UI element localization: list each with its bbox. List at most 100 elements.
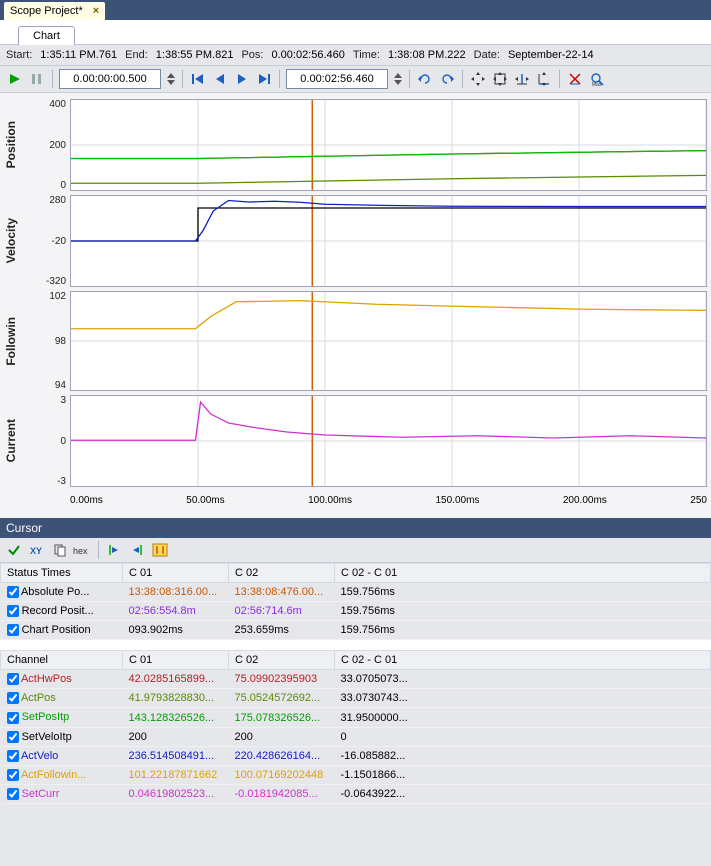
table-row[interactable]: ActPos41.9793828830...75.0524572692...33… [1,689,711,708]
row-checkbox[interactable] [7,731,19,743]
column-header[interactable]: C 02 - C 01 [335,564,711,583]
row-checkbox[interactable] [7,692,19,704]
cursor-copy-button[interactable] [50,540,70,560]
row-checkbox[interactable] [7,673,19,685]
table-row[interactable]: SetCurr0.04619802523...-0.0181942085...-… [1,784,711,803]
cursor-right-button[interactable] [127,540,147,560]
row-checkbox[interactable] [7,750,19,762]
pan-button[interactable] [469,70,487,88]
row-checkbox[interactable] [7,712,19,724]
column-header[interactable]: Status Times [1,564,123,583]
svg-text:Max: Max [592,82,602,86]
x-tick: 50.00ms [186,495,224,506]
step-back-button[interactable] [211,70,229,88]
toolbar: Max [0,66,711,93]
plot-area[interactable] [70,195,707,287]
zoom-xy-button[interactable] [491,70,509,88]
y-ticks: 4002000 [22,99,70,191]
pos-time-stepper[interactable] [393,71,403,87]
c02-value: 253.659ms [229,621,335,640]
separator [98,541,99,559]
cursor-left-button[interactable] [104,540,124,560]
panel-title: Followin [4,317,18,366]
c02-value: 75.09902395903 [229,670,335,689]
record-time-stepper[interactable] [166,71,176,87]
c01-value: 200 [123,727,229,746]
cursor-hex-button[interactable]: hex [73,540,93,560]
c01-value: 0.04619802523... [123,784,229,803]
table-row[interactable]: ActHwPos42.0285165899...75.0990239590333… [1,670,711,689]
x-tick: 100.00ms [308,495,352,506]
row-label: ActFollowin... [21,769,86,781]
plot-area[interactable] [70,291,707,391]
zoom-x-button[interactable] [513,70,531,88]
column-header[interactable]: C 02 - C 01 [335,651,711,670]
date-value: September-22-14 [508,49,594,61]
row-checkbox[interactable] [7,769,19,781]
plot-area[interactable] [70,395,707,487]
pos-time-input[interactable] [286,69,388,89]
table-row[interactable]: SetVeloItp2002000 [1,727,711,746]
go-end-button[interactable] [255,70,273,88]
cursor-toolbar: XY hex [0,538,711,563]
undo-button[interactable] [416,70,434,88]
y-tick: -3 [22,476,66,487]
column-header[interactable]: Channel [1,651,123,670]
x-tick: 0.00ms [70,495,103,506]
record-start-button[interactable] [6,70,24,88]
c01-value: 41.9793828830... [123,689,229,708]
row-checkbox[interactable] [7,586,19,598]
table-row[interactable]: ActFollowin...101.22187871662100.0716920… [1,765,711,784]
diff-value: 31.9500000... [335,708,711,727]
c01-value: 093.902ms [123,621,229,640]
record-time-input[interactable] [59,69,161,89]
row-checkbox[interactable] [7,788,19,800]
c02-value: 175.078326526... [229,708,335,727]
go-start-button[interactable] [189,70,207,88]
y-tick: 102 [22,291,66,302]
table-row[interactable]: Chart Position093.902ms253.659ms159.756m… [1,621,711,640]
column-header[interactable]: C 02 [229,651,335,670]
table-row[interactable]: Absolute Po...13:38:08:316.00...13:38:08… [1,583,711,602]
table-row[interactable]: ActVelo236.514508491...220.428626164...-… [1,746,711,765]
y-tick: 200 [22,140,66,151]
y-tick: -320 [22,276,66,287]
row-label: Record Posit... [22,605,94,617]
row-checkbox[interactable] [7,624,19,636]
column-header[interactable]: C 01 [123,564,229,583]
zoom-y-button[interactable] [535,70,553,88]
y-ticks: 1029894 [22,291,70,391]
c01-value: 42.0285165899... [123,670,229,689]
row-label: ActHwPos [21,673,72,685]
plot-area[interactable] [70,99,707,191]
info-bar: Start: 1:35:11 PM.761 End: 1:38:55 PM.82… [0,45,711,66]
cursor-pair-button[interactable] [150,540,170,560]
svg-text:hex: hex [73,546,88,556]
separator [559,70,560,88]
zoom-max-button[interactable]: Max [588,70,606,88]
row-label: SetVeloItp [22,731,72,743]
c01-value: 02:56:554.8m [123,602,229,621]
column-header[interactable]: C 01 [123,651,229,670]
table-row[interactable]: Record Posit...02:56:554.8m02:56:714.6m1… [1,602,711,621]
row-label: SetPosItp [22,711,70,723]
tab-chart[interactable]: Chart [18,26,75,45]
row-checkbox[interactable] [7,605,19,617]
row-label: Chart Position [22,624,91,636]
row-label: ActPos [21,692,56,704]
cursor-check-button[interactable] [4,540,24,560]
column-header[interactable]: C 02 [229,564,335,583]
table-row[interactable]: SetPosItp143.128326526...175.078326526..… [1,708,711,727]
redo-button[interactable] [438,70,456,88]
record-pause-button[interactable] [28,70,46,88]
document-tab[interactable]: Scope Project* × [4,2,105,20]
step-fwd-button[interactable] [233,70,251,88]
close-icon[interactable]: × [93,5,99,17]
diff-value: -16.085882... [335,746,711,765]
end-value: 1:38:55 PM.821 [156,49,234,61]
cursor-xy-button[interactable]: XY [27,540,47,560]
panel-title: Current [4,419,18,462]
separator [462,70,463,88]
tab-label: Chart [33,30,60,42]
clear-zoom-button[interactable] [566,70,584,88]
